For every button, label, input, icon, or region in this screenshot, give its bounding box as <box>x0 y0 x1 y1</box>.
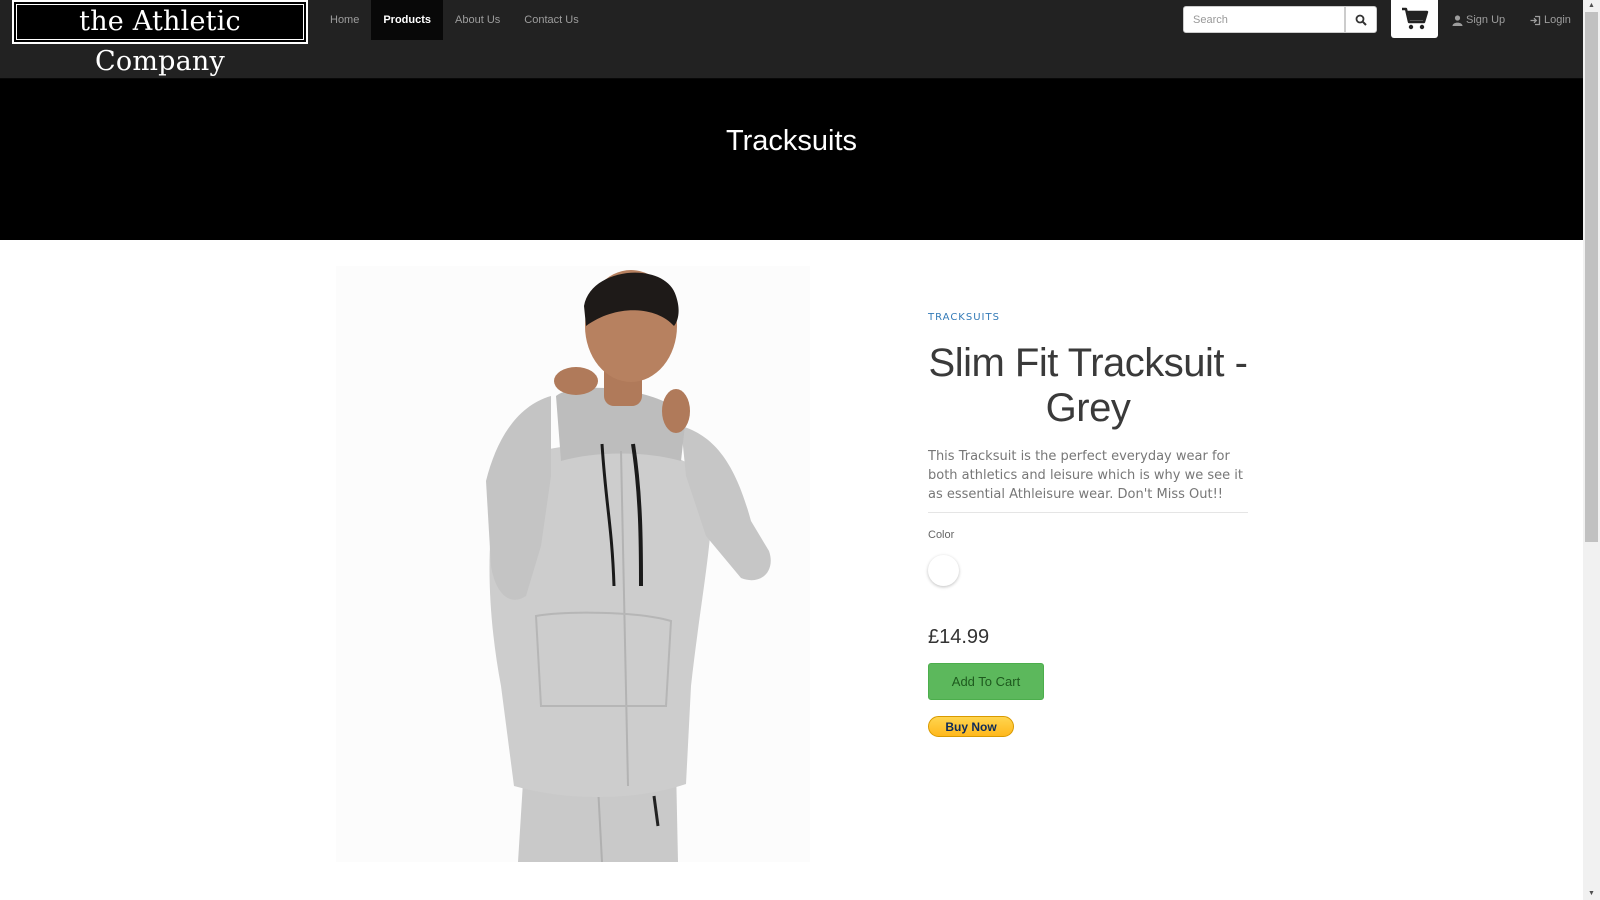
signup-link[interactable]: Sign Up <box>1452 0 1505 40</box>
navbar: the Athletic Company Home Products About… <box>0 0 1583 79</box>
nav-link-about-us[interactable]: About Us <box>443 0 512 40</box>
brand-logo[interactable]: the Athletic Company <box>12 0 308 77</box>
shopping-cart-icon <box>1401 7 1428 30</box>
tracksuit-model-illustration <box>486 270 771 863</box>
color-label: Color <box>928 529 955 541</box>
page-scrollbar[interactable]: ▲ ▼ <box>1583 0 1600 900</box>
nav-link-home[interactable]: Home <box>318 0 371 40</box>
login-icon <box>1530 15 1541 25</box>
product-price: £14.99 <box>928 626 990 648</box>
category-banner: Tracksuits <box>0 79 1583 240</box>
scrollbar-thumb[interactable] <box>1585 12 1598 542</box>
cart-button[interactable] <box>1391 0 1438 38</box>
login-link[interactable]: Login <box>1530 0 1571 40</box>
nav-link-contact-us[interactable]: Contact Us <box>512 0 590 40</box>
login-label: Login <box>1544 14 1571 26</box>
page-title: Tracksuits <box>725 125 858 157</box>
product-details: TRACKSUITS Slim Fit Tracksuit - Grey Thi… <box>928 312 1248 737</box>
scroll-up-arrow-icon[interactable]: ▲ <box>1583 0 1600 12</box>
search-icon <box>1355 14 1367 26</box>
nav-links: Home Products About Us Contact Us <box>318 0 591 40</box>
signup-label: Sign Up <box>1466 14 1506 26</box>
add-to-cart-button[interactable]: Add To Cart <box>928 663 1044 700</box>
product-image <box>336 266 810 863</box>
product-description: This Tracksuit is the perfect everyday w… <box>928 447 1248 513</box>
color-swatch[interactable] <box>928 555 959 586</box>
product-category-link[interactable]: TRACKSUITS <box>928 312 1248 323</box>
search-button[interactable] <box>1345 6 1377 33</box>
buy-now-button[interactable]: Buy Now <box>928 716 1014 737</box>
product-title: Slim Fit Tracksuit - Grey <box>928 341 1248 430</box>
scroll-down-arrow-icon[interactable]: ▼ <box>1583 888 1600 900</box>
nav-link-products[interactable]: Products <box>371 0 444 40</box>
search-input[interactable] <box>1183 6 1345 33</box>
user-icon <box>1452 14 1463 26</box>
